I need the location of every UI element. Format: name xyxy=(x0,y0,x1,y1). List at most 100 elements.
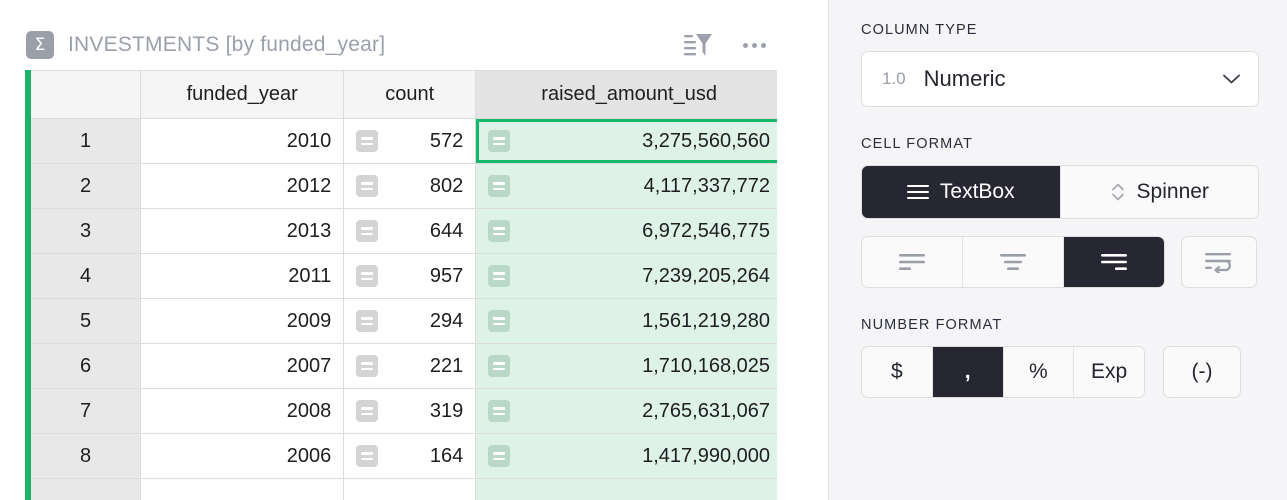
cell-raised-amount-usd[interactable]: 3,275,560,560 xyxy=(476,119,777,164)
cell-count[interactable]: 221 xyxy=(344,344,476,389)
cell-raised-amount-value: 6,972,546,775 xyxy=(642,220,770,243)
equals-operator-icon xyxy=(356,220,378,242)
cell-raised-amount-usd[interactable]: 7,239,205,264 xyxy=(476,254,777,299)
row-number[interactable] xyxy=(31,479,141,500)
row-number[interactable]: 3 xyxy=(31,209,141,254)
cell-raised-amount-usd[interactable]: 1,710,168,025 xyxy=(476,344,777,389)
number-format-currency-button[interactable]: $ xyxy=(862,347,933,397)
cell-raised-amount-usd[interactable]: 1,417,990,000 xyxy=(476,434,777,479)
equals-operator-icon xyxy=(488,265,510,287)
table-header-actions xyxy=(683,31,776,59)
cell-raised-amount-value: 1,561,219,280 xyxy=(642,310,770,333)
equals-operator-icon xyxy=(356,175,378,197)
cell-raised-amount-value: 1,710,168,025 xyxy=(642,355,770,378)
cell-funded-year[interactable]: 2011 xyxy=(141,254,344,299)
number-format-percent-button[interactable]: % xyxy=(1004,347,1075,397)
cell-count-value: 644 xyxy=(430,220,463,243)
lines-icon xyxy=(907,184,929,200)
cell-raised-amount-value: 7,239,205,264 xyxy=(642,265,770,288)
align-center-button[interactable] xyxy=(963,237,1064,287)
cell-raised-amount-value: 2,765,631,067 xyxy=(642,400,770,423)
cell-count-value: 572 xyxy=(430,130,463,153)
cell-raised-amount-usd[interactable]: 6,972,546,775 xyxy=(476,209,777,254)
table-row: 6 2007 221 1,710,168,025 xyxy=(31,344,777,389)
cell-funded-year[interactable]: 2013 xyxy=(141,209,344,254)
column-type-label: COLUMN TYPE xyxy=(861,22,1259,38)
cell-format-label: CELL FORMAT xyxy=(861,136,1259,152)
cell-raised-amount-value: 4,117,337,772 xyxy=(644,175,770,198)
row-number[interactable]: 2 xyxy=(31,164,141,209)
cell-funded-year[interactable]: 2007 xyxy=(141,344,344,389)
filter-icon[interactable] xyxy=(683,31,713,59)
cell-raised-amount-usd[interactable] xyxy=(476,479,777,500)
equals-operator-icon xyxy=(356,445,378,467)
cell-format-textbox-label: TextBox xyxy=(940,180,1015,204)
align-left-icon xyxy=(897,252,927,272)
alignment-row xyxy=(861,236,1259,288)
table-row: 7 2008 319 2,765,631,067 xyxy=(31,389,777,434)
column-header-funded-year[interactable]: funded_year xyxy=(141,71,344,119)
table-row: 1 2010 572 3,275,560,560 xyxy=(31,119,777,164)
cell-count[interactable]: 572 xyxy=(344,119,476,164)
cell-funded-year[interactable]: 2008 xyxy=(141,389,344,434)
cell-funded-year[interactable]: 2009 xyxy=(141,299,344,344)
numeric-type-icon: 1.0 xyxy=(882,69,906,89)
cell-count[interactable]: 164 xyxy=(344,434,476,479)
row-number[interactable]: 4 xyxy=(31,254,141,299)
row-number[interactable]: 6 xyxy=(31,344,141,389)
align-left-button[interactable] xyxy=(862,237,963,287)
cell-count[interactable]: 319 xyxy=(344,389,476,434)
row-number[interactable]: 5 xyxy=(31,299,141,344)
column-type-select[interactable]: 1.0 Numeric xyxy=(861,51,1259,107)
equals-operator-icon xyxy=(356,355,378,377)
equals-operator-icon xyxy=(488,355,510,377)
investments-table: funded_year count raised_amount_usd 1 20… xyxy=(31,70,777,500)
table-header: Σ INVESTMENTS [by funded_year] xyxy=(26,24,776,66)
cell-raised-amount-usd[interactable]: 4,117,337,772 xyxy=(476,164,777,209)
cell-count[interactable]: 644 xyxy=(344,209,476,254)
wrap-text-icon xyxy=(1203,251,1235,273)
table-row: 8 2006 164 1,417,990,000 xyxy=(31,434,777,479)
column-header-count[interactable]: count xyxy=(344,71,476,119)
table-row: 3 2013 644 6,972,546,775 xyxy=(31,209,777,254)
number-format-negative-button[interactable]: (-) xyxy=(1163,346,1241,398)
cell-count[interactable] xyxy=(344,479,476,500)
align-right-button[interactable] xyxy=(1064,237,1164,287)
table-row: 4 2011 957 7,239,205,264 xyxy=(31,254,777,299)
equals-operator-icon xyxy=(356,130,378,152)
cell-format-textbox-button[interactable]: TextBox xyxy=(862,166,1061,218)
cell-raised-amount-value: 1,417,990,000 xyxy=(642,445,770,468)
row-number[interactable]: 8 xyxy=(31,434,141,479)
table-header-row: funded_year count raised_amount_usd xyxy=(31,71,777,119)
cell-count[interactable]: 957 xyxy=(344,254,476,299)
cell-format-spinner-button[interactable]: Spinner xyxy=(1061,166,1259,218)
number-format-exponent-button[interactable]: Exp xyxy=(1074,347,1144,397)
cell-funded-year[interactable]: 2010 xyxy=(141,119,344,164)
cell-funded-year[interactable] xyxy=(141,479,344,500)
column-header-raised-amount-usd[interactable]: raised_amount_usd xyxy=(476,71,777,119)
cell-raised-amount-usd[interactable]: 1,561,219,280 xyxy=(476,299,777,344)
number-format-toggle-group: $ , % Exp xyxy=(861,346,1145,398)
more-options-icon[interactable] xyxy=(743,43,766,48)
equals-operator-icon xyxy=(488,310,510,332)
table-row: 2 2012 802 4,117,337,772 xyxy=(31,164,777,209)
equals-operator-icon xyxy=(356,265,378,287)
row-number-header[interactable] xyxy=(31,71,141,119)
equals-operator-icon xyxy=(488,175,510,197)
sigma-icon: Σ xyxy=(26,31,54,59)
cell-funded-year[interactable]: 2006 xyxy=(141,434,344,479)
cell-raised-amount-value: 3,275,560,560 xyxy=(642,130,770,153)
cell-count[interactable]: 802 xyxy=(344,164,476,209)
equals-operator-icon xyxy=(488,445,510,467)
row-number[interactable]: 1 xyxy=(31,119,141,164)
wrap-text-button[interactable] xyxy=(1181,236,1257,288)
cell-count-value: 319 xyxy=(430,400,463,423)
cell-count-value: 294 xyxy=(430,310,463,333)
cell-raised-amount-usd[interactable]: 2,765,631,067 xyxy=(476,389,777,434)
number-format-comma-button[interactable]: , xyxy=(933,347,1004,397)
table-area: Σ INVESTMENTS [by funded_year] xyxy=(0,0,828,500)
cell-funded-year[interactable]: 2012 xyxy=(141,164,344,209)
row-number[interactable]: 7 xyxy=(31,389,141,434)
cell-count[interactable]: 294 xyxy=(344,299,476,344)
table-body: 1 2010 572 3,275,560,560 xyxy=(31,119,777,500)
